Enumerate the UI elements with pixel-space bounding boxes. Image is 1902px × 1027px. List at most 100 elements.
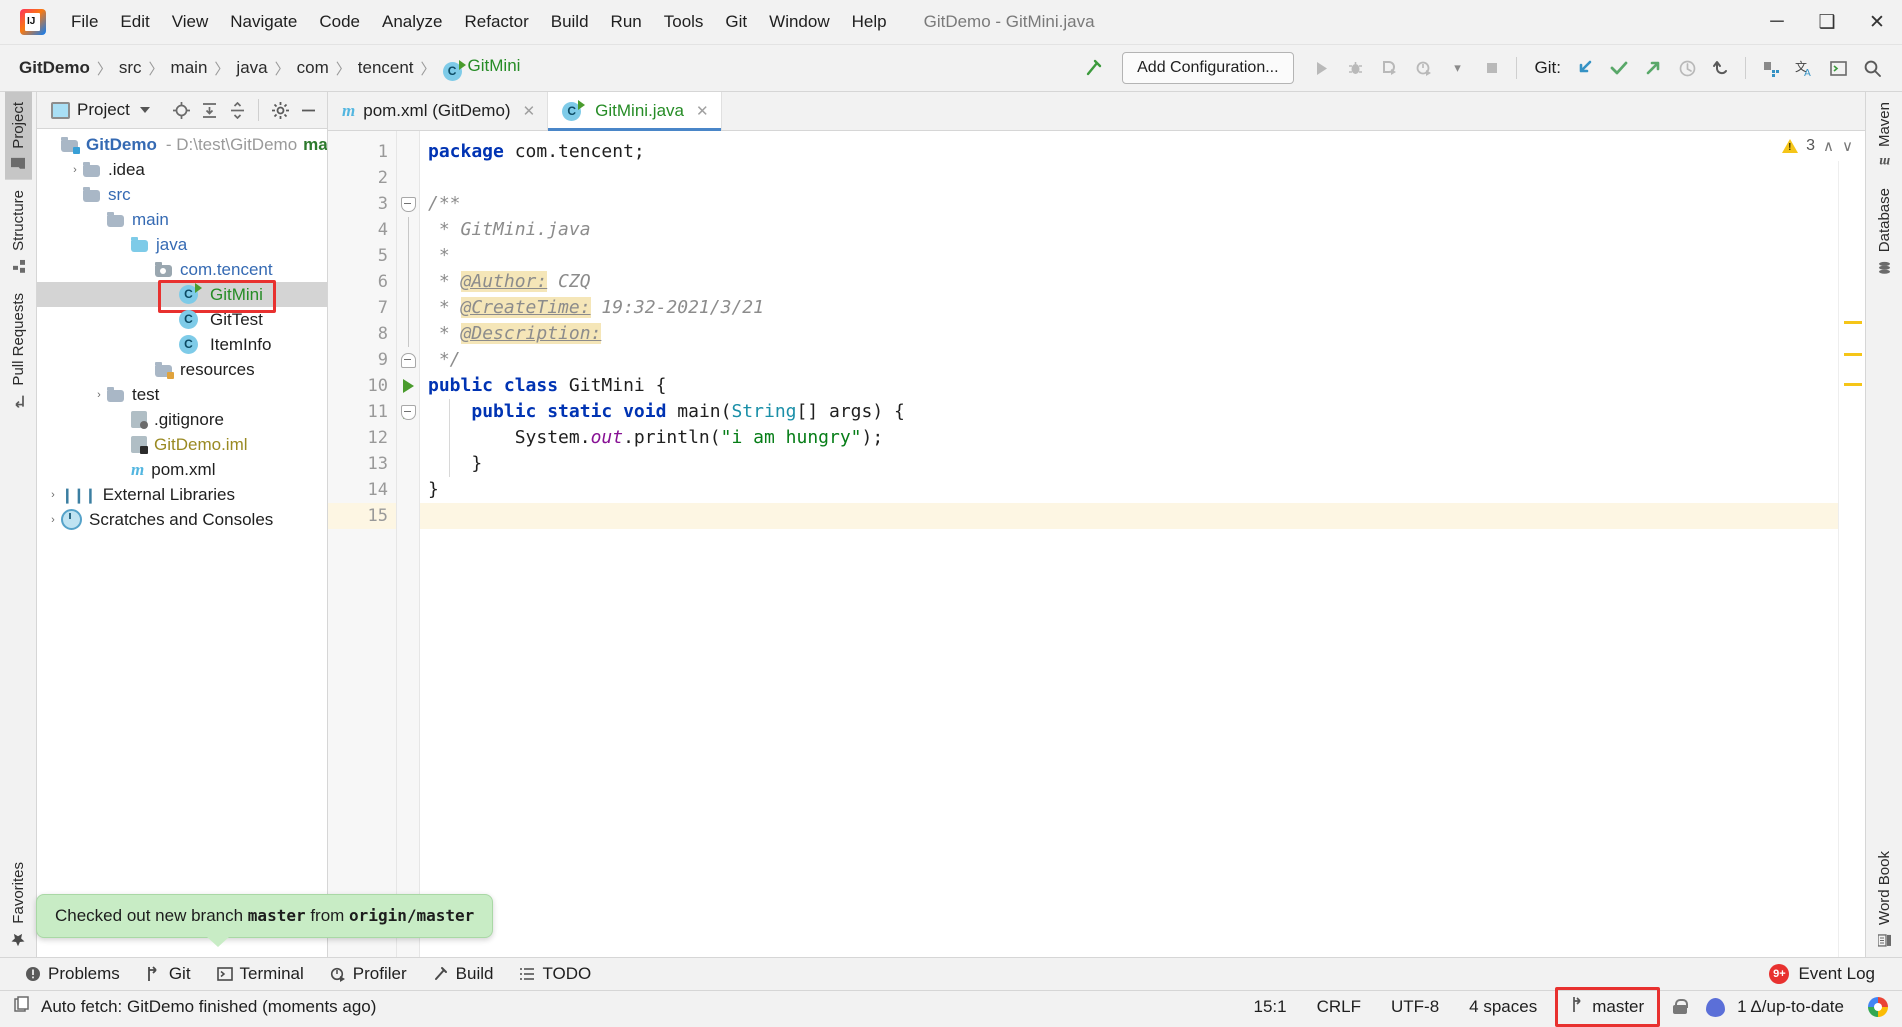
warning-marker[interactable] (1844, 383, 1862, 386)
line-separator[interactable]: CRLF (1311, 995, 1367, 1019)
terminal-icon[interactable] (1822, 52, 1854, 84)
code-editor[interactable]: 1 2 3 4 5 6 7 8 9 10 11 12 13 14 15 pack… (328, 131, 1865, 957)
menu-file[interactable]: File (60, 8, 109, 36)
menu-git[interactable]: Git (714, 8, 758, 36)
read-only-lock-icon[interactable] (1672, 999, 1688, 1015)
debug-button[interactable] (1340, 52, 1372, 84)
editor-marker-bar[interactable] (1838, 131, 1865, 957)
tree-row-pom-xml[interactable]: m pom.xml (37, 457, 327, 482)
tab-gitmini-java[interactable]: C GitMini.java ✕ (548, 92, 721, 130)
chevron-collapsed-icon[interactable]: › (67, 164, 83, 176)
translate-icon[interactable]: 文A (1788, 52, 1820, 84)
fold-method-start[interactable] (397, 399, 419, 425)
collapse-icon[interactable] (401, 405, 416, 420)
git-rollback-icon[interactable] (1705, 52, 1737, 84)
breadcrumb-gitdemo[interactable]: GitDemo (14, 56, 95, 80)
gear-icon[interactable] (267, 97, 293, 123)
menu-navigate[interactable]: Navigate (219, 8, 308, 36)
git-history-icon[interactable] (1671, 52, 1703, 84)
menu-code[interactable]: Code (308, 8, 371, 36)
tree-row-src[interactable]: ⱟ src (37, 182, 327, 207)
sidebar-item-favorites[interactable]: Favorites (5, 852, 32, 957)
tree-row-external-libraries[interactable]: › ❙❙❙ External Libraries (37, 482, 327, 507)
sidebar-item-structure[interactable]: Structure (5, 180, 32, 283)
caret-position[interactable]: 15:1 (1247, 995, 1292, 1019)
inspection-widget[interactable]: 3 ∧ ∨ (1770, 131, 1865, 161)
collapse-icon[interactable] (401, 353, 416, 368)
sidebar-item-word-book[interactable]: Word Book (1871, 841, 1898, 957)
tree-row-gitignore[interactable]: .gitignore (37, 407, 327, 432)
menu-tools[interactable]: Tools (653, 8, 715, 36)
toolwindow-git[interactable]: Git (135, 961, 202, 987)
close-icon[interactable]: ✕ (696, 102, 709, 120)
maximize-button[interactable]: ❑ (1802, 0, 1852, 44)
minimize-button[interactable]: ─ (1752, 0, 1802, 44)
tab-pom-xml[interactable]: m pom.xml (GitDemo) ✕ (328, 92, 548, 130)
git-update-project-icon[interactable] (1569, 52, 1601, 84)
run-button[interactable] (1306, 52, 1338, 84)
tree-row-gitdemo[interactable]: ⱟ GitDemo - D:\test\GitDemo master (37, 132, 327, 157)
chevron-collapsed-icon[interactable]: › (45, 514, 61, 526)
sidebar-item-pull-requests[interactable]: Pull Requests (5, 283, 32, 418)
tree-row-com-tencent[interactable]: ⱟ com.tencent (37, 257, 327, 282)
expand-all-icon[interactable] (196, 97, 222, 123)
chevron-expanded-icon[interactable]: ⱟ (115, 239, 131, 251)
chevron-expanded-icon[interactable]: ⱟ (91, 214, 107, 226)
project-tree[interactable]: ⱟ GitDemo - D:\test\GitDemo master › .id… (37, 129, 327, 957)
sidebar-item-database[interactable]: Database (1871, 178, 1898, 284)
toolwindow-terminal[interactable]: Terminal (206, 961, 315, 987)
git-push-icon[interactable] (1637, 52, 1669, 84)
toolwindow-todo[interactable]: TODO (508, 961, 602, 987)
tree-row-gittest[interactable]: C GitTest (37, 307, 327, 332)
breadcrumb-gitmini[interactable]: C GitMini (438, 54, 526, 83)
tree-row-gitdemo-iml[interactable]: GitDemo.iml (37, 432, 327, 457)
menu-build[interactable]: Build (540, 8, 600, 36)
menu-window[interactable]: Window (758, 8, 840, 36)
profile-button[interactable] (1408, 52, 1440, 84)
tree-row-test[interactable]: › test (37, 382, 327, 407)
menu-edit[interactable]: Edit (109, 8, 160, 36)
fold-javadoc-end[interactable] (397, 347, 419, 373)
toolwindow-problems[interactable]: Problems (14, 961, 131, 987)
chevron-expanded-icon[interactable]: ⱟ (67, 189, 83, 201)
file-encoding[interactable]: UTF-8 (1385, 995, 1445, 1019)
menu-analyze[interactable]: Analyze (371, 8, 453, 36)
menu-refactor[interactable]: Refactor (453, 8, 539, 36)
menu-run[interactable]: Run (600, 8, 653, 36)
tree-row-iteminfo[interactable]: C ItemInfo (37, 332, 327, 357)
inspection-status[interactable]: 1 Δ/up-to-date (1731, 995, 1850, 1019)
previous-problem-icon[interactable]: ∧ (1823, 137, 1834, 155)
warning-marker[interactable] (1844, 321, 1862, 324)
search-everywhere-icon[interactable] (1856, 52, 1888, 84)
tree-row-gitmini[interactable]: C GitMini (37, 282, 327, 307)
add-configuration-button[interactable]: Add Configuration... (1122, 52, 1293, 84)
next-problem-icon[interactable]: ∨ (1842, 137, 1853, 155)
breadcrumb-tencent[interactable]: tencent (353, 56, 419, 80)
status-message-area[interactable]: Auto fetch: GitDemo finished (moments ag… (14, 996, 376, 1018)
breadcrumb-main[interactable]: main (166, 56, 213, 80)
breadcrumb-com[interactable]: com (292, 56, 334, 80)
git-checkout-notification[interactable]: Checked out new branch master from origi… (36, 894, 493, 938)
fold-javadoc-start[interactable] (397, 191, 419, 217)
editor-gutter[interactable]: 1 2 3 4 5 6 7 8 9 10 11 12 13 14 15 (328, 131, 397, 957)
breadcrumb-src[interactable]: src (114, 56, 147, 80)
chevron-expanded-icon[interactable]: ⱟ (139, 264, 155, 276)
hide-panel-icon[interactable] (295, 97, 321, 123)
chevron-down-icon[interactable]: ▾ (1442, 52, 1474, 84)
toolwindow-profiler[interactable]: Profiler (319, 961, 418, 987)
git-branch-widget[interactable]: master (1561, 993, 1654, 1021)
menu-view[interactable]: View (161, 8, 220, 36)
build-icon[interactable] (1078, 52, 1110, 84)
git-commit-icon[interactable] (1603, 52, 1635, 84)
warning-marker[interactable] (1844, 353, 1862, 356)
chevron-collapsed-icon[interactable]: › (91, 389, 107, 401)
sidebar-item-maven[interactable]: m Maven (1871, 92, 1898, 178)
chevron-expanded-icon[interactable]: ⱟ (45, 139, 61, 151)
code-content[interactable]: package com.tencent; /** * GitMini.java … (420, 131, 1838, 957)
project-title-dropdown[interactable]: Project (47, 98, 154, 122)
tree-row-scratches[interactable]: › Scratches and Consoles (37, 507, 327, 532)
tree-row-resources[interactable]: resources (37, 357, 327, 382)
breadcrumb-java[interactable]: java (231, 56, 272, 80)
menu-help[interactable]: Help (841, 8, 898, 36)
event-log-button[interactable]: Event Log (1798, 961, 1886, 987)
